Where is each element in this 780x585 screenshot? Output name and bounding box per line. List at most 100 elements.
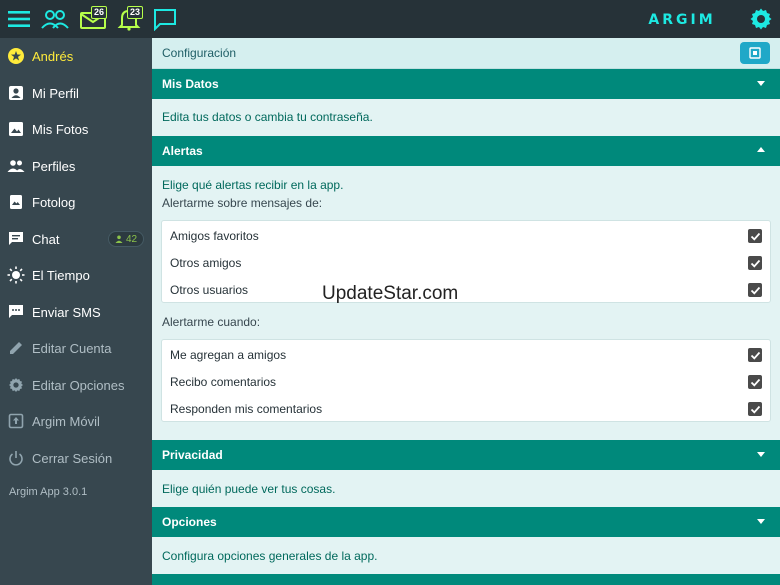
sidebar-item-label: Mi Perfil: [32, 85, 79, 101]
chevron-up-icon: [757, 147, 765, 152]
chevron-down-icon: [757, 81, 765, 86]
mobile-icon: [7, 412, 25, 430]
check-icon: [750, 259, 760, 268]
sun-icon: [7, 266, 25, 284]
alert-group-label: Alertarme cuando:: [162, 315, 261, 329]
sidebar-item-label: Cerrar Sesión: [32, 450, 113, 466]
chevron-down-icon: [757, 519, 765, 524]
chat-bubble-icon[interactable]: [150, 5, 180, 33]
sidebar-item-label: Chat: [32, 231, 60, 247]
sidebar-item-label: Fotolog: [32, 194, 76, 210]
section-description: Edita tus datos o cambia tu contraseña.: [162, 110, 373, 124]
app-version: Argim App 3.0.1: [9, 486, 88, 498]
person-icon: [115, 235, 123, 243]
sidebar-item-label: El Tiempo: [32, 267, 90, 283]
friends-icon[interactable]: [40, 5, 70, 33]
list-item[interactable]: Recibo comentarios: [162, 368, 770, 395]
sidebar-item-chat[interactable]: Chat 42: [0, 221, 152, 257]
sidebar-item-perfiles[interactable]: Perfiles: [0, 148, 152, 184]
chat-online-count: 42: [125, 233, 138, 245]
chat-online-badge: 42: [108, 231, 144, 247]
page-title: Configuración: [162, 46, 237, 60]
section-title: Opciones: [162, 515, 217, 529]
sidebar-item-label: Editar Opciones: [32, 377, 125, 393]
star-icon: [7, 47, 25, 65]
power-icon: [7, 449, 25, 467]
section-header-opciones[interactable]: Opciones: [152, 507, 780, 537]
section-title: Alertas: [162, 144, 203, 158]
config-action-button[interactable]: [740, 42, 770, 64]
option-label: Responden mis comentarios: [170, 402, 323, 416]
chevron-down-icon: [757, 452, 765, 457]
sidebar-item-label: Andrés: [32, 48, 74, 64]
section-header-alertas[interactable]: Alertas: [152, 136, 780, 166]
checkbox-checked[interactable]: [748, 229, 762, 243]
sidebar-item-editar-cuenta[interactable]: Editar Cuenta: [0, 330, 152, 366]
settings-gear-icon[interactable]: [746, 5, 776, 33]
checkbox-checked[interactable]: [748, 283, 762, 297]
sidebar-item-mi-perfil[interactable]: Mi Perfil: [0, 75, 152, 111]
sidebar-item-label: Argim Móvil: [32, 413, 100, 429]
pencil-icon: [7, 339, 25, 357]
option-label: Me agregan a amigos: [170, 348, 287, 362]
checkbox-checked[interactable]: [748, 375, 762, 389]
svg-text:ARGIM: ARGIM: [648, 12, 715, 27]
sidebar-item-mis-fotos[interactable]: Mis Fotos: [0, 111, 152, 147]
sidebar-item-cerrar-sesion[interactable]: Cerrar Sesión: [0, 440, 152, 476]
sms-icon: [7, 303, 25, 321]
main-content: Configuración Mis Datos Edita tus datos …: [152, 38, 780, 585]
section-header-partial[interactable]: [152, 574, 780, 585]
alerts-badge: 23: [127, 6, 144, 19]
top-bar: 26 23 ARGIM: [0, 0, 780, 38]
sidebar-item-fotolog[interactable]: Fotolog: [0, 184, 152, 220]
sidebar-item-user[interactable]: Andrés: [0, 38, 152, 74]
list-item[interactable]: Amigos favoritos: [162, 222, 770, 249]
list-item[interactable]: Otros amigos: [162, 249, 770, 276]
window-icon: [749, 47, 761, 59]
list-item[interactable]: Responden mis comentarios: [162, 395, 770, 422]
sidebar-item-label: Mis Fotos: [32, 121, 89, 137]
sidebar: Andrés Mi Perfil Mis Fotos Perfiles Foto…: [0, 38, 152, 585]
alert-group-label: Alertarme sobre mensajes de:: [162, 196, 323, 210]
list-item[interactable]: Me agregan a amigos: [162, 341, 770, 368]
argim-logo: ARGIM: [633, 10, 731, 28]
chat-icon: [7, 230, 25, 248]
profile-icon: [7, 84, 25, 102]
section-description: Configura opciones generales de la app.: [162, 549, 378, 563]
sidebar-item-label: Enviar SMS: [32, 304, 101, 320]
check-icon: [750, 351, 760, 360]
section-title: Mis Datos: [162, 77, 219, 91]
config-header: Configuración: [152, 38, 780, 69]
messages-badge: 26: [91, 6, 108, 19]
check-icon: [750, 232, 760, 241]
sidebar-item-editar-opciones[interactable]: Editar Opciones: [0, 367, 152, 403]
section-header-mis-datos[interactable]: Mis Datos: [152, 69, 780, 99]
sidebar-item-el-tiempo[interactable]: El Tiempo: [0, 257, 152, 293]
people-icon: [7, 157, 25, 175]
sidebar-item-enviar-sms[interactable]: Enviar SMS: [0, 294, 152, 330]
sidebar-item-label: Perfiles: [32, 158, 76, 174]
checkbox-checked[interactable]: [748, 402, 762, 416]
alert-options-events: Me agregan a amigos Recibo comentarios R…: [161, 339, 771, 422]
photo-icon: [7, 120, 25, 138]
check-icon: [750, 286, 760, 295]
fotolog-icon: [7, 193, 25, 211]
checkbox-checked[interactable]: [748, 256, 762, 270]
option-label: Otros amigos: [170, 256, 242, 270]
checkbox-checked[interactable]: [748, 348, 762, 362]
menu-icon[interactable]: [4, 5, 34, 33]
alert-options-messages: Amigos favoritos Otros amigos Otros usua…: [161, 220, 771, 303]
sidebar-item-argim-movil[interactable]: Argim Móvil: [0, 403, 152, 439]
section-header-privacidad[interactable]: Privacidad: [152, 440, 780, 470]
list-item[interactable]: Otros usuarios: [162, 276, 770, 303]
gear-icon: [7, 376, 25, 394]
section-description: Elige qué alertas recibir en la app.: [162, 178, 344, 192]
sidebar-item-label: Editar Cuenta: [32, 340, 112, 356]
option-label: Otros usuarios: [170, 283, 249, 297]
option-label: Recibo comentarios: [170, 375, 277, 389]
section-title: Privacidad: [162, 448, 223, 462]
watermark-text: UpdateStar.com: [322, 283, 459, 304]
section-description: Elige quién puede ver tus cosas.: [162, 482, 336, 496]
option-label: Amigos favoritos: [170, 229, 259, 243]
check-icon: [750, 405, 760, 414]
